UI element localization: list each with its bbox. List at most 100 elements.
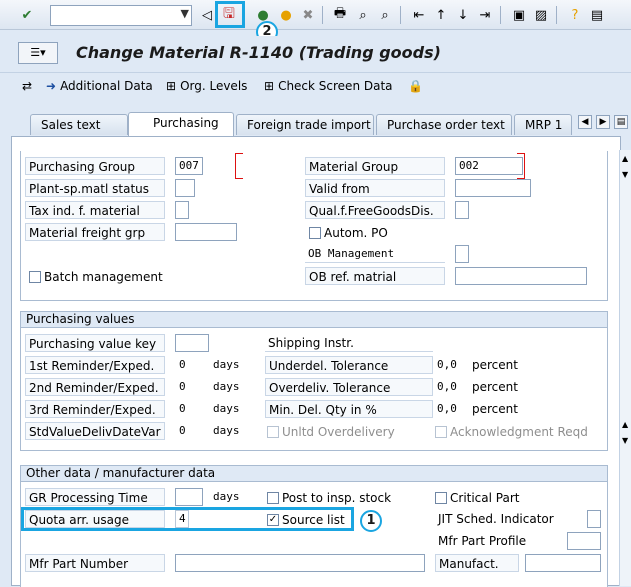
unltd-overdelivery-checkbox[interactable]: Unltd Overdelivery	[267, 424, 395, 440]
help-icon[interactable]: ?	[566, 6, 584, 24]
valid-from-field[interactable]	[455, 179, 531, 197]
rem3-days: days	[213, 402, 240, 415]
underdel-percent: percent	[472, 358, 518, 372]
tab-purchase-order-text[interactable]: Purchase order text	[376, 114, 512, 135]
additional-data-button[interactable]: ➜ Additional Data	[46, 79, 153, 93]
ob-management-label: OB Management	[305, 245, 445, 263]
menu-icon[interactable]: ☰▾	[18, 42, 58, 64]
jit-sched-field[interactable]	[587, 510, 601, 528]
overdeliv-percent: percent	[472, 380, 518, 394]
tab-purchasing[interactable]: Purchasing	[128, 112, 234, 136]
find-icon[interactable]: ⌕	[354, 6, 372, 24]
valid-from-label: Valid from	[305, 179, 445, 197]
prev-page-icon[interactable]: ↑	[432, 6, 450, 24]
purchasing-group-field[interactable]: 007	[175, 157, 203, 175]
manufact-field[interactable]	[525, 554, 601, 572]
other-data-header: Other data / manufacturer data	[21, 466, 607, 482]
shortcut-icon[interactable]: ▨	[532, 6, 550, 24]
tax-ind-label: Tax ind. f. material	[25, 201, 165, 219]
checkbox-box	[435, 426, 447, 438]
purchasing-values-group: Purchasing values Purchasing value key S…	[20, 311, 608, 451]
qual-free-goods-field[interactable]	[455, 201, 469, 219]
last-page-icon[interactable]: ⇥	[476, 6, 494, 24]
stdvalue-days: days	[213, 424, 240, 437]
tab-scroll-right-icon[interactable]: ▶	[596, 115, 610, 129]
lock-icon[interactable]: 🔒	[408, 79, 423, 93]
autom-po-checkbox[interactable]: Autom. PO	[309, 225, 388, 241]
manufact-label: Manufact.	[435, 554, 519, 572]
mfr-part-number-field[interactable]	[175, 554, 425, 572]
display-change-icon[interactable]: ⇄	[22, 79, 32, 93]
tab-sales-text[interactable]: Sales text	[30, 114, 128, 135]
scroll-down-icon[interactable]: ▼	[622, 436, 628, 445]
batch-management-label: Batch management	[44, 270, 163, 284]
qual-free-goods-label: Qual.f.FreeGoodsDis.	[305, 201, 445, 219]
shipping-instr-label: Shipping Instr.	[265, 334, 433, 352]
batch-management-checkbox[interactable]: Batch management	[29, 269, 163, 285]
check-icon: ⊞	[264, 79, 275, 93]
gr-processing-field[interactable]	[175, 488, 203, 506]
min-del-percent: percent	[472, 402, 518, 416]
unltd-overdelivery-label: Unltd Overdelivery	[282, 425, 395, 439]
ob-ref-matrial-field[interactable]	[455, 267, 587, 285]
purchasing-value-key-label: Purchasing value key	[25, 334, 165, 352]
ob-management-field[interactable]	[455, 245, 469, 263]
jit-sched-label: JIT Sched. Indicator	[438, 512, 554, 526]
layout-icon[interactable]: ▤	[588, 6, 606, 24]
tab-foreign-trade-import[interactable]: Foreign trade import	[236, 114, 374, 135]
create-session-icon[interactable]: ▣	[510, 6, 528, 24]
back-arrow-icon[interactable]: ◁	[198, 6, 216, 24]
general-data-group: Purchasing Group 007 Material Group 002 …	[20, 151, 608, 301]
check-screen-data-label: Check Screen Data	[278, 79, 393, 93]
checkbox-box	[267, 492, 279, 504]
post-insp-stock-checkbox[interactable]: Post to insp. stock	[267, 490, 391, 506]
chevron-down-icon[interactable]: ▼	[181, 7, 189, 20]
enter-icon[interactable]: ✔	[18, 6, 36, 24]
rem2-value: 0	[179, 380, 186, 393]
acknowledgment-checkbox[interactable]: Acknowledgment Reqd	[435, 424, 588, 440]
scroll-up-icon[interactable]: ▲	[622, 154, 628, 163]
post-insp-stock-label: Post to insp. stock	[282, 491, 392, 505]
save-highlight	[215, 1, 245, 28]
check-screen-data-button[interactable]: ⊞ Check Screen Data	[264, 79, 393, 93]
next-page-icon[interactable]: ↓	[454, 6, 472, 24]
plant-sp-matl-status-field[interactable]	[175, 179, 195, 197]
tab-mrp-1[interactable]: MRP 1	[514, 114, 572, 135]
checkbox-box	[267, 426, 279, 438]
stdvalue-label: StdValueDelivDateVar	[25, 422, 165, 440]
cancel-icon[interactable]: ✖	[299, 6, 317, 24]
separator	[556, 6, 557, 24]
scroll-up-icon[interactable]: ▲	[622, 420, 628, 429]
separator	[500, 6, 501, 24]
print-icon[interactable]: 🖶	[331, 6, 349, 24]
exit-icon[interactable]: ●	[277, 6, 295, 24]
material-group-field[interactable]: 002	[455, 157, 523, 175]
tax-ind-field[interactable]	[175, 201, 189, 219]
command-field[interactable]: ▼	[50, 5, 192, 26]
checkbox-box	[435, 492, 447, 504]
mfr-part-number-label: Mfr Part Number	[25, 554, 165, 572]
overdeliv-value: 0,0	[437, 380, 457, 393]
org-levels-button[interactable]: ⊞ Org. Levels	[166, 79, 247, 93]
mfr-part-profile-field[interactable]	[567, 532, 601, 550]
acknowledgment-label: Acknowledgment Reqd	[450, 425, 588, 439]
scroll-down-icon[interactable]: ▼	[622, 170, 628, 179]
material-freight-grp-field[interactable]	[175, 223, 237, 241]
vertical-scrollbar[interactable]: ▲ ▼ ▲ ▼	[619, 150, 631, 586]
gr-processing-days: days	[213, 490, 240, 503]
tab-scroll-left-icon[interactable]: ◀	[578, 115, 592, 129]
underdel-label: Underdel. Tolerance	[265, 356, 433, 374]
tab-list-icon[interactable]: ▤	[614, 115, 628, 129]
purchasing-values-header: Purchasing values	[21, 312, 607, 328]
rem1-value: 0	[179, 358, 186, 371]
first-page-icon[interactable]: ⇤	[410, 6, 428, 24]
page-title: Change Material R-1140 (Trading goods)	[76, 43, 441, 62]
purchasing-group-label: Purchasing Group	[25, 157, 165, 175]
find-next-icon[interactable]: ⌕	[376, 6, 394, 24]
quota-source-highlight	[21, 507, 354, 531]
purchasing-value-key-field[interactable]	[175, 334, 209, 352]
critical-part-checkbox[interactable]: Critical Part	[435, 490, 519, 506]
stdvalue-value: 0	[179, 424, 186, 437]
tab-strip: Sales text Purchasing Foreign trade impo…	[0, 112, 631, 240]
autom-po-label: Autom. PO	[324, 226, 388, 240]
